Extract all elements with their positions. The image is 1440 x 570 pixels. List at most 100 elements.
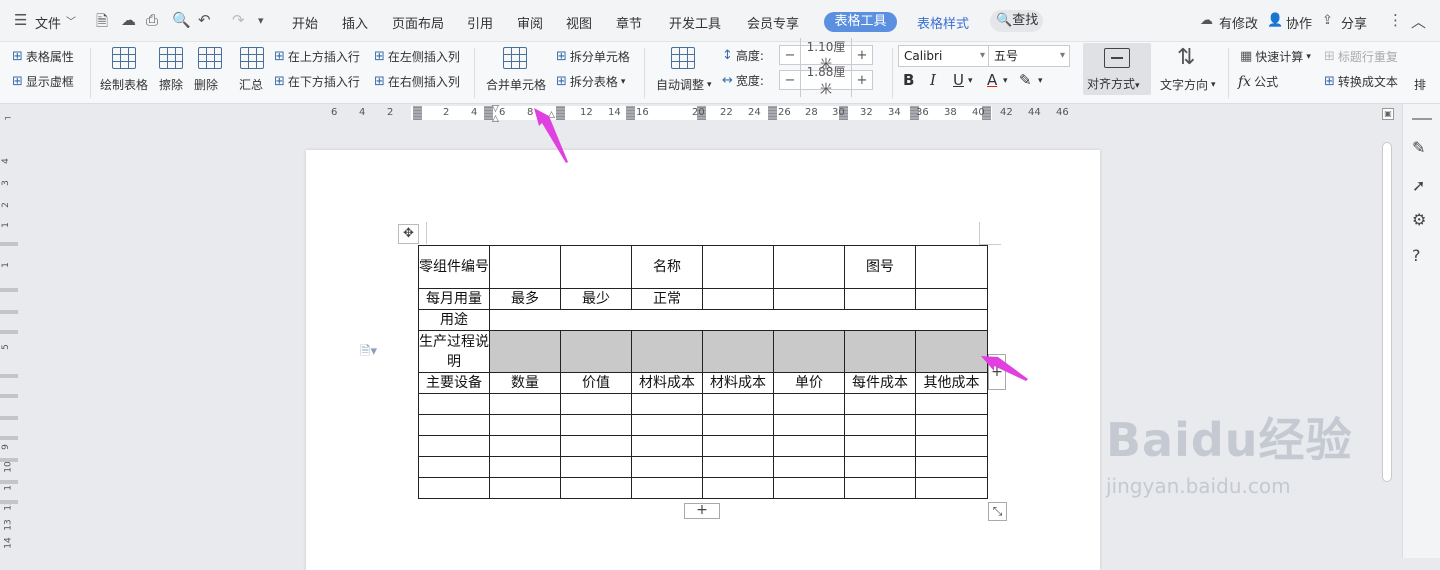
table-cell-merged[interactable]: [489, 309, 988, 331]
table-cell-selected[interactable]: [560, 330, 632, 373]
row-marker[interactable]: [0, 310, 18, 314]
table-cell[interactable]: [773, 393, 845, 415]
tab-table-style[interactable]: 表格样式: [917, 13, 969, 32]
table-cell[interactable]: [418, 456, 490, 478]
split-cells-button[interactable]: ⊞ 拆分单元格: [556, 48, 630, 65]
share-button[interactable]: 分享: [1341, 13, 1367, 32]
tab-insert[interactable]: 插入: [342, 13, 368, 32]
indent-marker[interactable]: △: [492, 114, 499, 124]
table-cell[interactable]: [489, 435, 561, 457]
delete-table-icon[interactable]: [198, 47, 222, 69]
width-value[interactable]: 1.88厘米: [800, 63, 852, 97]
auto-fit-button[interactable]: 自动调整 ▾: [656, 76, 712, 93]
font-color-icon[interactable]: A: [987, 71, 997, 89]
decrement-width-button[interactable]: −: [780, 73, 800, 88]
table-cell-selected[interactable]: [773, 330, 845, 373]
table-cell[interactable]: 名称: [631, 245, 703, 289]
file-menu[interactable]: 文件: [35, 13, 61, 32]
table-cell[interactable]: [560, 393, 632, 415]
table-cell[interactable]: [702, 288, 774, 310]
vertical-scrollbar[interactable]: [1382, 142, 1392, 482]
table-cell[interactable]: [560, 435, 632, 457]
table-cell[interactable]: [773, 414, 845, 436]
table-cell[interactable]: [773, 477, 845, 499]
table-cell[interactable]: 每件成本: [844, 372, 916, 394]
table-cell[interactable]: [560, 477, 632, 499]
document-table[interactable]: 零组件编号 名称 图号 每月用量 最多 最少 正常 用途 生产过程说明 主要设备…: [418, 245, 988, 499]
table-cell[interactable]: [844, 393, 916, 415]
table-cell[interactable]: 图号: [844, 245, 916, 289]
eraser-icon[interactable]: [159, 47, 183, 69]
search-button[interactable]: 🔍查找: [990, 10, 1043, 32]
hamburger-icon[interactable]: ☰: [14, 11, 27, 29]
table-cell[interactable]: [915, 477, 988, 499]
table-cell[interactable]: 最多: [489, 288, 561, 310]
table-cell[interactable]: [773, 456, 845, 478]
indent-marker[interactable]: △: [548, 110, 555, 120]
insert-row-above-button[interactable]: ⊞ 在上方插入行: [274, 48, 360, 65]
delete-button[interactable]: 删除: [194, 76, 218, 93]
alignment-button[interactable]: 对齐方式▾: [1083, 43, 1151, 95]
cloud-icon[interactable]: ☁: [121, 11, 136, 29]
table-cell[interactable]: [631, 477, 703, 499]
table-cell[interactable]: [631, 393, 703, 415]
table-cell[interactable]: [489, 393, 561, 415]
table-cell[interactable]: 数量: [489, 372, 561, 394]
tab-page-layout[interactable]: 页面布局: [392, 13, 444, 32]
tab-member[interactable]: 会员专享: [747, 13, 799, 32]
table-cell-selected[interactable]: [489, 330, 561, 373]
table-cell-selected[interactable]: [702, 330, 774, 373]
convert-to-text-button[interactable]: ⊞ 转换成文本: [1324, 73, 1398, 90]
tab-references[interactable]: 引用: [467, 13, 493, 32]
table-cell[interactable]: [489, 477, 561, 499]
increment-height-button[interactable]: +: [852, 48, 872, 63]
sort-button[interactable]: 排: [1414, 76, 1426, 93]
table-cell[interactable]: [844, 477, 916, 499]
pointer-icon[interactable]: ➚: [1412, 176, 1425, 195]
table-cell[interactable]: [915, 435, 988, 457]
indent-marker[interactable]: ▽: [492, 104, 499, 114]
share-icon[interactable]: ⇪: [1322, 13, 1333, 28]
table-cell[interactable]: [631, 456, 703, 478]
table-cell[interactable]: [844, 456, 916, 478]
collab-button[interactable]: 协作: [1286, 13, 1312, 32]
table-properties-button[interactable]: ⊞ 表格属性: [12, 48, 74, 65]
table-cell[interactable]: [489, 456, 561, 478]
table-cell[interactable]: [489, 414, 561, 436]
table-cell[interactable]: [560, 414, 632, 436]
increment-width-button[interactable]: +: [852, 73, 872, 88]
table-cell[interactable]: [915, 414, 988, 436]
table-cell[interactable]: [844, 288, 916, 310]
table-cell[interactable]: [773, 288, 845, 310]
table-cell[interactable]: [489, 245, 561, 289]
repeat-header-button[interactable]: ⊞ 标题行重复: [1324, 48, 1398, 65]
table-cell[interactable]: 零组件编号: [418, 245, 490, 289]
table-cell[interactable]: [418, 393, 490, 415]
row-marker[interactable]: [0, 416, 18, 420]
table-cell[interactable]: [418, 414, 490, 436]
insert-col-right-button[interactable]: ⊞ 在右侧插入列: [374, 73, 460, 90]
column-marker[interactable]: [626, 106, 635, 120]
paragraph-layout-icon[interactable]: 🗎▾: [360, 342, 377, 364]
column-marker[interactable]: [413, 106, 422, 120]
table-cell[interactable]: [915, 288, 988, 310]
summary-button[interactable]: 汇总: [239, 76, 263, 93]
height-stepper[interactable]: − 1.10厘米 +: [779, 38, 873, 72]
insert-col-left-button[interactable]: ⊞ 在左侧插入列: [374, 48, 460, 65]
help-icon[interactable]: ?: [1412, 246, 1421, 265]
table-cell[interactable]: [560, 456, 632, 478]
print-icon[interactable]: ⎙: [146, 11, 158, 29]
quick-calc-button[interactable]: ▦ 快速计算 ▾: [1240, 48, 1311, 65]
table-cell[interactable]: 价值: [560, 372, 632, 394]
table-cell[interactable]: [844, 435, 916, 457]
merge-cells-icon[interactable]: [503, 47, 527, 69]
table-cell[interactable]: [418, 477, 490, 499]
chevron-down-icon[interactable]: ▾: [1038, 76, 1043, 86]
text-direction-button[interactable]: 文字方向 ▾: [1160, 76, 1216, 93]
table-cell[interactable]: 材料成本: [631, 372, 703, 394]
add-row-button[interactable]: +: [684, 503, 720, 519]
panel-handle[interactable]: [1412, 118, 1432, 120]
tab-stop-selector[interactable]: ⌐: [4, 114, 12, 124]
table-cell[interactable]: 正常: [631, 288, 703, 310]
row-marker[interactable]: [0, 288, 18, 292]
